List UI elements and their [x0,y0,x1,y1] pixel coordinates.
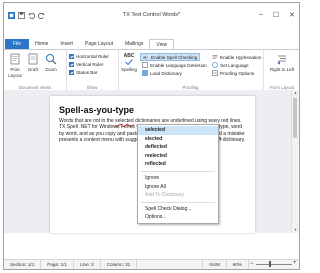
zoom-label: Zoom [45,67,57,72]
zoom-icon [46,54,57,65]
horizontal-ruler-checkbox[interactable]: Horizontal Ruler [69,54,109,59]
enable-language-detection-label: Enable Language Detection [150,62,207,68]
right-to-left-label: Right to Left [269,67,295,72]
paragraph-word[interactable]: selected [115,118,134,124]
vertical-scrollbar[interactable]: ▲ ▼ [291,90,299,233]
title-bar: TX Text Control Words* – ☐ ✕ [4,3,299,28]
menu-divider [141,170,215,172]
horizontal-ruler-label: Horizontal Ruler [76,54,109,59]
enable-hyphenation-button[interactable]: Enable Hyphenation [212,54,261,60]
print-layout-icon [10,53,20,65]
zoom-slider[interactable]: − + [249,260,299,269]
status-bar: Section: 1/1 Page: 1/1 Line: 2 Column: 3… [4,259,299,269]
language-detection-icon [142,62,148,68]
options-icon [212,70,218,76]
spell-check-dialog-menu-item[interactable]: Spell Check Dialog... [138,205,218,214]
spelling-label: Spelling [120,67,137,72]
maximize-button[interactable]: ☐ [273,11,279,19]
proofing-options-button[interactable]: Proofing Options [212,70,254,76]
draft-icon [28,53,38,65]
enable-language-detection-button[interactable]: Enable Language Detection [142,62,207,68]
svg-text:ab: ab [143,55,148,60]
zoom-out-icon[interactable]: − [250,261,254,267]
scroll-up-icon[interactable]: ▲ [292,90,299,96]
language-icon [212,62,218,68]
window-controls: – ☐ ✕ [259,11,295,19]
tab-view[interactable]: View [149,39,175,49]
draft-button[interactable]: Draft [26,53,40,73]
status-num-lock: NUM [202,260,227,269]
options-menu-item[interactable]: Options... [138,213,218,222]
tab-mailings[interactable]: Mailings [119,39,149,49]
right-to-left-icon [277,55,286,65]
group-show: Horizontal Ruler Vertical Ruler Status B… [66,50,119,91]
draft-label: Draft [28,67,38,72]
status-page: Page: 1/1 [41,260,74,269]
checkmark-icon [125,59,133,65]
print-layout-label: Print Layout [8,67,22,78]
load-dictionary-label: Load Dictionary [150,70,182,76]
ribbon: Print Layout Draft Zoom Document Views H… [4,49,299,92]
dictionary-icon [142,70,148,76]
suggestion-item[interactable]: elected [138,135,218,144]
scrollbar-thumb[interactable] [293,98,297,138]
vertical-ruler-label: Vertical Ruler [76,62,104,67]
spelling-button[interactable]: ABC Spelling [120,53,138,73]
suggestion-item[interactable]: reelected [138,152,218,161]
zoom-slider-thumb[interactable] [269,261,271,267]
checkbox-checked-icon [69,54,74,59]
enable-spell-checking-label: Enable Spell Checking [151,54,198,60]
ignore-menu-item[interactable]: Ignore [138,174,218,183]
menu-divider [141,201,215,203]
spell-check-icon: ab [143,55,148,60]
suggestion-item[interactable]: deflected [138,143,218,152]
status-bar-label: Status Bar [76,70,98,75]
group-document-views: Print Layout Draft Zoom Document Views [4,50,67,91]
enable-hyphenation-label: Enable Hyphenation [220,54,262,60]
status-bar-checkbox[interactable]: Status Bar [69,70,97,75]
print-layout-button[interactable]: Print Layout [7,53,23,78]
set-language-button[interactable]: Set Language [212,62,249,68]
enable-spell-checking-button[interactable]: ab Enable Spell Checking [140,53,201,61]
scroll-down-icon[interactable]: ▼ [292,227,299,233]
spelling-icon: ABC [120,53,138,65]
checkbox-checked-icon [69,62,74,67]
ribbon-tabs: File Home Insert Page Layout Mailings Vi… [4,39,299,49]
status-line: Line: 2 [74,260,101,269]
paragraph-text: Words that are not in the [59,118,116,124]
close-button[interactable]: ✕ [289,11,295,19]
tab-file[interactable]: File [5,39,30,49]
ignore-all-menu-item[interactable]: Ignore All [138,183,218,192]
hyphenation-icon [212,55,218,59]
zoom-slider-track[interactable] [256,264,292,265]
document-heading: Spell-as-you-type [59,105,135,115]
tab-home[interactable]: Home [29,39,54,49]
group-proofing: ABC Spelling ab Enable Spell Checking En… [118,50,264,91]
set-language-label: Set Language [220,62,249,68]
suggestion-item[interactable]: reflected [138,160,218,169]
status-column: Column: 31 [101,260,138,269]
window-title: TX Text Control Words* [122,12,181,18]
group-form-layout: Right to Left Form Layout [263,50,301,91]
load-dictionary-button[interactable]: Load Dictionary [142,70,182,76]
app-window: TX Text Control Words* – ☐ ✕ File Home I… [3,2,300,270]
checkbox-checked-icon [69,70,74,75]
vertical-ruler-checkbox[interactable]: Vertical Ruler [69,62,103,67]
suggestion-item[interactable]: selected [138,126,218,135]
status-zoom-level: 60% [227,260,249,269]
add-to-dictionary-menu-item[interactable]: Add To Dictionary [138,191,218,200]
proofing-options-label: Proofing Options [220,70,255,76]
tab-page-layout[interactable]: Page Layout [79,39,119,49]
minimize-button[interactable]: – [259,11,263,19]
zoom-in-icon[interactable]: + [293,260,297,266]
tab-insert[interactable]: Insert [54,39,79,49]
zoom-button[interactable]: Zoom [43,53,59,73]
status-section: Section: 1/1 [4,260,42,269]
spelling-context-menu: selected elected deflected reelected ref… [137,124,219,224]
right-to-left-button[interactable]: Right to Left [269,53,295,73]
